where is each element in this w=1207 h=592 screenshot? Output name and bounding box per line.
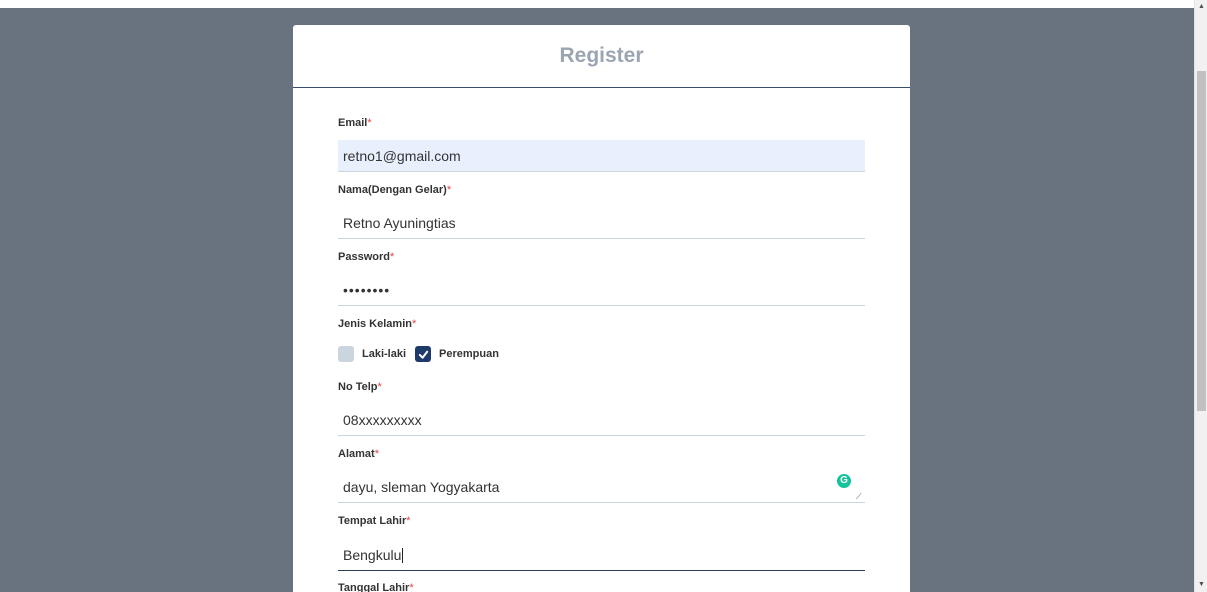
email-label: Email* <box>338 117 372 129</box>
resize-handle-icon[interactable]: ⟋ <box>856 493 864 501</box>
required-mark: * <box>374 448 379 460</box>
nama-field[interactable]: Retno Ayuningtias <box>338 207 865 239</box>
gender-options: Laki-laki Perempuan <box>338 345 508 363</box>
grammarly-icon[interactable]: G <box>837 474 851 488</box>
tanggal-lahir-label-text: Tanggal Lahir <box>338 582 410 592</box>
alamat-label: Alamat* <box>338 448 379 460</box>
nama-label: Nama(Dengan Gelar)* <box>338 184 451 196</box>
tempat-lahir-field[interactable]: Bengkulu <box>338 539 865 571</box>
password-label-text: Password <box>338 251 390 263</box>
check-icon <box>418 350 428 359</box>
gender-label: Jenis Kelamin* <box>338 318 416 330</box>
required-mark: * <box>409 582 414 592</box>
tanggal-lahir-label: Tanggal Lahir* <box>338 582 414 592</box>
email-field[interactable]: retno1@gmail.com <box>338 140 865 172</box>
tempat-lahir-value: Bengkulu <box>343 547 402 563</box>
tempat-lahir-label: Tempat Lahir* <box>338 515 411 527</box>
required-mark: * <box>367 117 372 129</box>
alamat-label-text: Alamat <box>338 448 375 460</box>
triangle-up-icon[interactable]: ▲ <box>1195 0 1207 14</box>
password-value: •••••••• <box>343 282 391 298</box>
card-header: Register <box>293 25 910 88</box>
required-mark: * <box>377 381 382 393</box>
nama-label-text: Nama(Dengan Gelar) <box>338 184 447 196</box>
required-mark: * <box>446 184 452 196</box>
email-label-text: Email <box>338 117 368 129</box>
nama-value: Retno Ayuningtias <box>343 215 456 231</box>
scrollbar-thumb[interactable] <box>1197 71 1206 411</box>
gender-option-perempuan-checkbox[interactable] <box>415 346 432 362</box>
text-caret <box>402 548 404 563</box>
alamat-textarea[interactable]: dayu, sleman Yogyakarta G ⟋ <box>338 471 865 503</box>
browser-top-edge <box>0 0 1194 8</box>
telp-label-text: No Telp <box>338 381 378 393</box>
email-value: retno1@gmail.com <box>343 148 461 164</box>
required-mark: * <box>406 515 411 527</box>
gender-option-perempuan-label[interactable]: Perempuan <box>439 348 499 360</box>
required-mark: * <box>389 251 395 263</box>
password-label: Password* <box>338 251 394 263</box>
register-card: Register Email* retno1@gmail.com Nama(De… <box>293 25 910 592</box>
gender-option-laki-laki-label[interactable]: Laki-laki <box>362 348 406 360</box>
gender-label-text: Jenis Kelamin <box>338 318 412 330</box>
page-title: Register <box>559 44 644 67</box>
gender-option-laki-laki-checkbox[interactable] <box>338 346 354 362</box>
telp-label: No Telp* <box>338 381 382 393</box>
vertical-scrollbar[interactable]: ▲ ▼ <box>1194 0 1207 592</box>
required-mark: * <box>411 318 417 330</box>
telp-value: 08xxxxxxxxx <box>343 412 422 428</box>
password-field[interactable]: •••••••• <box>338 274 865 306</box>
tempat-lahir-label-text: Tempat Lahir <box>338 515 407 527</box>
alamat-value: dayu, sleman Yogyakarta <box>343 479 500 495</box>
telp-field[interactable]: 08xxxxxxxxx <box>338 404 865 436</box>
triangle-down-icon[interactable]: ▼ <box>1195 578 1207 592</box>
